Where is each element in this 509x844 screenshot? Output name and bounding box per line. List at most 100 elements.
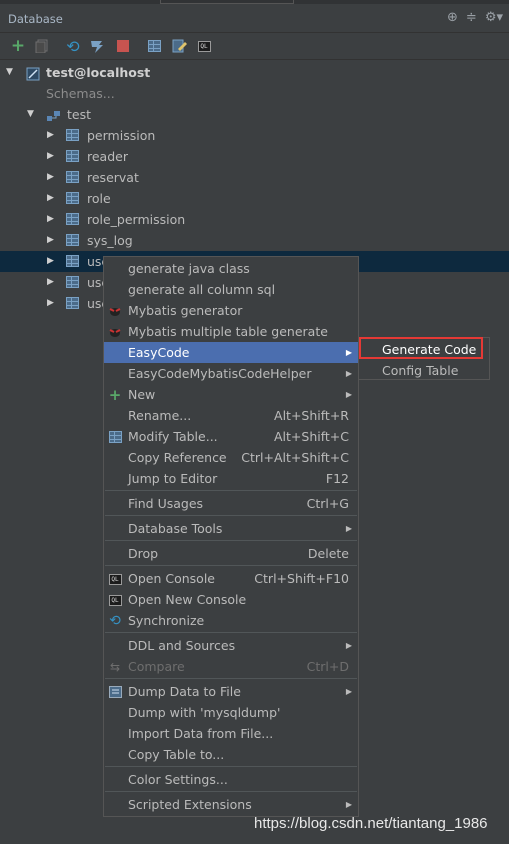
menu-item-mybatis-multiple-table[interactable]: Mybatis multiple table generate bbox=[104, 321, 358, 342]
schemas-label: Schemas... bbox=[46, 86, 115, 101]
menu-item-label: Jump to Editor bbox=[128, 471, 218, 486]
table-node-reader[interactable]: ▶ reader bbox=[0, 146, 509, 167]
watermark: https://blog.csdn.net/tiantang_1986 bbox=[254, 815, 488, 832]
menu-item-label: Color Settings... bbox=[128, 772, 228, 787]
menu-item-label: Scripted Extensions bbox=[128, 797, 252, 812]
menu-item-label: Dump Data to File bbox=[128, 684, 241, 699]
menu-item-label: Import Data from File... bbox=[128, 726, 274, 741]
collapse-arrow-icon[interactable]: ▶ bbox=[47, 146, 54, 167]
menu-item-label: Mybatis generator bbox=[128, 303, 243, 318]
copy-icon[interactable] bbox=[33, 37, 51, 55]
menu-separator bbox=[105, 540, 357, 541]
collapse-arrow-icon[interactable]: ▶ bbox=[47, 167, 54, 188]
shortcut-label: Delete bbox=[307, 546, 349, 561]
crosshair-icon[interactable]: ⊕ bbox=[447, 10, 458, 25]
properties-icon[interactable] bbox=[88, 37, 106, 55]
split-icon[interactable]: ≑ bbox=[466, 10, 477, 25]
refresh-icon: ⟲ bbox=[109, 612, 121, 629]
collapse-arrow-icon[interactable]: ▶ bbox=[47, 230, 54, 251]
menu-item-easycode[interactable]: EasyCode ▶ bbox=[104, 342, 358, 363]
menu-item-dump-with-mysqldump[interactable]: Dump with 'mysqldump' bbox=[104, 702, 358, 723]
menu-item-label: Mybatis multiple table generate bbox=[128, 324, 328, 339]
table-icon bbox=[66, 213, 79, 225]
collapse-arrow-icon[interactable]: ▶ bbox=[47, 293, 54, 314]
menu-item-label: EasyCode bbox=[128, 345, 190, 360]
table-node-role-permission[interactable]: ▶ role_permission bbox=[0, 209, 509, 230]
submenu-arrow-icon: ▶ bbox=[345, 369, 352, 378]
schema-label: test bbox=[67, 107, 92, 122]
schema-node[interactable]: ▼ test bbox=[0, 104, 509, 125]
expand-arrow-icon[interactable]: ▼ bbox=[6, 62, 13, 83]
table-node-sys-log[interactable]: ▶ sys_log bbox=[0, 230, 509, 251]
compare-icon: ⇆ bbox=[109, 659, 121, 674]
toolbar: + ⟲ QL bbox=[0, 33, 509, 60]
collapse-arrow-icon[interactable]: ▶ bbox=[47, 251, 54, 272]
menu-item-open-console[interactable]: QL Open Console Ctrl+Shift+F10 bbox=[104, 568, 358, 589]
menu-item-new[interactable]: + New ▶ bbox=[104, 384, 358, 405]
menu-item-label: EasyCodeMybatisCodeHelper bbox=[128, 366, 312, 381]
menu-item-ddl-and-sources[interactable]: DDL and Sources ▶ bbox=[104, 635, 358, 656]
refresh-icon[interactable]: ⟲ bbox=[64, 37, 82, 56]
shortcut-label: Ctrl+Shift+F10 bbox=[254, 571, 349, 586]
shortcut-label: F12 bbox=[325, 471, 349, 486]
collapse-arrow-icon[interactable]: ▶ bbox=[47, 272, 54, 293]
menu-separator bbox=[105, 766, 357, 767]
dump-icon bbox=[108, 685, 122, 699]
menu-item-easycode-mybatis-helper[interactable]: EasyCodeMybatisCodeHelper ▶ bbox=[104, 363, 358, 384]
table-icon bbox=[66, 171, 79, 183]
menu-item-modify-table[interactable]: Modify Table... Alt+Shift+C bbox=[104, 426, 358, 447]
shortcut-label: Alt+Shift+R bbox=[274, 408, 349, 423]
table-node-role[interactable]: ▶ role bbox=[0, 188, 509, 209]
schemas-node[interactable]: Schemas... bbox=[0, 83, 509, 104]
collapse-arrow-icon[interactable]: ▶ bbox=[47, 209, 54, 230]
panel-header: Database ⊕ ≑ ⚙▾ bbox=[0, 6, 509, 33]
menu-item-rename[interactable]: Rename... Alt+Shift+R bbox=[104, 405, 358, 426]
stop-icon[interactable] bbox=[114, 37, 132, 55]
submenu-arrow-icon: ▶ bbox=[345, 348, 352, 357]
collapse-arrow-icon[interactable]: ▶ bbox=[47, 188, 54, 209]
editor-tab-edge bbox=[160, 0, 294, 4]
menu-item-copy-reference[interactable]: Copy Reference Ctrl+Alt+Shift+C bbox=[104, 447, 358, 468]
menu-item-find-usages[interactable]: Find Usages Ctrl+G bbox=[104, 493, 358, 514]
menu-item-jump-to-editor[interactable]: Jump to Editor F12 bbox=[104, 468, 358, 489]
menu-item-database-tools[interactable]: Database Tools ▶ bbox=[104, 518, 358, 539]
table-node-reservat[interactable]: ▶ reservat bbox=[0, 167, 509, 188]
menu-item-copy-table-to[interactable]: Copy Table to... bbox=[104, 744, 358, 765]
context-menu: generate java class generate all column … bbox=[103, 256, 359, 817]
connection-label: test@localhost bbox=[46, 65, 151, 80]
menu-item-label: generate all column sql bbox=[128, 282, 276, 297]
menu-item-import-data-from-file[interactable]: Import Data from File... bbox=[104, 723, 358, 744]
mybatis-bird-icon bbox=[108, 304, 122, 318]
submenu-item-config-table[interactable]: Config Table bbox=[359, 360, 489, 381]
menu-separator bbox=[105, 791, 357, 792]
table-icon bbox=[66, 234, 79, 246]
add-icon[interactable]: + bbox=[9, 36, 27, 56]
table-icon[interactable] bbox=[145, 37, 163, 55]
menu-item-generate-java-class[interactable]: generate java class bbox=[104, 258, 358, 279]
table-icon bbox=[66, 150, 79, 162]
console-icon: QL bbox=[108, 572, 122, 586]
mybatis-bird-icon bbox=[108, 325, 122, 339]
menu-item-drop[interactable]: Drop Delete bbox=[104, 543, 358, 564]
collapse-arrow-icon[interactable]: ▶ bbox=[47, 125, 54, 146]
menu-item-mybatis-generator[interactable]: Mybatis generator bbox=[104, 300, 358, 321]
table-icon bbox=[66, 276, 79, 288]
gear-icon[interactable]: ⚙▾ bbox=[485, 10, 503, 25]
console-icon: QL bbox=[108, 593, 122, 607]
console-icon[interactable]: QL bbox=[195, 37, 213, 55]
menu-item-dump-data-to-file[interactable]: Dump Data to File ▶ bbox=[104, 681, 358, 702]
menu-separator bbox=[105, 565, 357, 566]
expand-arrow-icon[interactable]: ▼ bbox=[27, 104, 34, 125]
edit-icon[interactable] bbox=[171, 37, 189, 55]
submenu-item-label: Config Table bbox=[382, 363, 459, 378]
shortcut-label: Ctrl+D bbox=[306, 659, 349, 674]
table-node-permission[interactable]: ▶ permission bbox=[0, 125, 509, 146]
menu-item-label: DDL and Sources bbox=[128, 638, 236, 653]
menu-item-open-new-console[interactable]: QL Open New Console bbox=[104, 589, 358, 610]
table-icon bbox=[66, 297, 79, 309]
menu-item-scripted-extensions[interactable]: Scripted Extensions ▶ bbox=[104, 794, 358, 815]
menu-item-generate-all-column-sql[interactable]: generate all column sql bbox=[104, 279, 358, 300]
menu-item-synchronize[interactable]: ⟲ Synchronize bbox=[104, 610, 358, 631]
menu-item-color-settings[interactable]: Color Settings... bbox=[104, 769, 358, 790]
connection-node[interactable]: ▼ test@localhost bbox=[0, 62, 509, 83]
